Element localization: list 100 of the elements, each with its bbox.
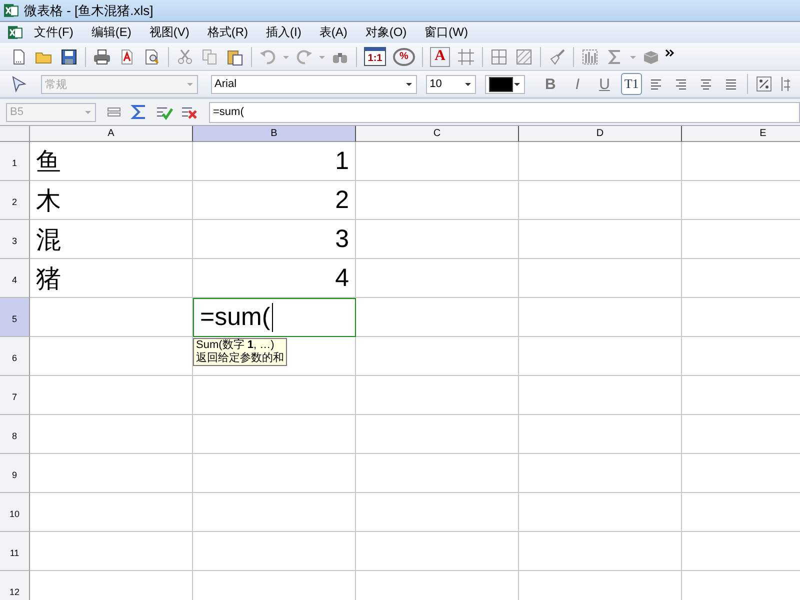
hatched-square-icon[interactable] (515, 48, 533, 66)
font-name-value: Arial (214, 78, 237, 90)
empty-cell[interactable] (356, 415, 519, 454)
function-signature: Sum(数字 1, …) (196, 339, 276, 352)
table-cell: 猪 (30, 259, 193, 298)
empty-cell[interactable] (193, 454, 356, 493)
empty-cell[interactable] (356, 337, 519, 376)
sigma-icon[interactable] (130, 103, 148, 121)
empty-cell[interactable] (519, 454, 682, 493)
format-toggle-button[interactable]: I (566, 73, 588, 95)
empty-cell[interactable] (356, 532, 519, 571)
font-size-value: 10 (430, 78, 442, 90)
row-header[interactable]: 5 (0, 298, 30, 337)
font-dropdown[interactable]: Arial (210, 74, 417, 94)
color-swatch (488, 76, 512, 92)
empty-cell[interactable] (356, 454, 519, 493)
format-toggle-button[interactable]: U (594, 73, 616, 95)
table-cell: 2 (193, 181, 356, 220)
redo-icon[interactable] (295, 48, 313, 66)
more-icon[interactable] (665, 49, 675, 57)
active-cell[interactable]: =sum( (193, 298, 356, 337)
table-cell: 鱼 (30, 142, 193, 181)
row-header[interactable]: 8 (0, 415, 30, 454)
empty-cell[interactable] (519, 532, 682, 571)
column-header[interactable]: D (519, 126, 682, 142)
empty-cell[interactable] (519, 259, 682, 298)
copy-icon[interactable] (201, 48, 219, 66)
row-header[interactable]: 2 (0, 181, 30, 220)
row-header[interactable]: 4 (0, 259, 30, 298)
zoom-button[interactable]: % (393, 48, 415, 66)
row-header[interactable]: 11 (0, 532, 30, 571)
caret-icon (464, 80, 472, 88)
empty-cell[interactable] (356, 298, 519, 337)
empty-cell[interactable] (193, 337, 356, 376)
menu-item[interactable]: 视图(V) (140, 24, 198, 41)
empty-cell[interactable] (193, 493, 356, 532)
empty-cell[interactable] (356, 493, 519, 532)
column-header[interactable]: A (30, 126, 193, 142)
empty-cell[interactable] (519, 415, 682, 454)
row-header[interactable]: 3 (0, 220, 30, 259)
spreadsheet-app-icon (4, 3, 19, 18)
empty-cell[interactable] (519, 376, 682, 415)
font-color-button[interactable]: A (430, 46, 450, 66)
empty-cell[interactable] (519, 337, 682, 376)
row-header[interactable]: 10 (0, 493, 30, 532)
table-cell: 3 (193, 220, 356, 259)
text-color-picker[interactable] (484, 74, 525, 94)
zoom-100-button[interactable]: 1:1 (364, 47, 386, 66)
row-header[interactable]: 1 (0, 142, 30, 181)
menu-item[interactable]: 文件(F) (25, 24, 82, 41)
border-icon[interactable] (457, 48, 475, 66)
print-preview-icon[interactable] (143, 48, 161, 66)
row-header[interactable]: 9 (0, 454, 30, 493)
spreadsheet-document-icon[interactable] (8, 25, 23, 40)
menu-item[interactable]: 格式(R) (198, 24, 257, 41)
undo-icon[interactable] (259, 48, 277, 66)
column-header[interactable]: C (356, 126, 519, 142)
bar-chart-icon[interactable] (581, 48, 599, 66)
scissors-icon[interactable] (176, 48, 194, 66)
caret-icon (512, 80, 521, 88)
caret-icon (84, 108, 92, 116)
pointer-icon[interactable] (10, 75, 28, 93)
save-icon[interactable] (60, 48, 78, 66)
format-toggle-button[interactable]: T1 (621, 73, 642, 95)
empty-cell[interactable] (356, 142, 519, 181)
format-toggle-button[interactable]: B (540, 73, 561, 95)
empty-cell[interactable] (356, 181, 519, 220)
select-all-corner[interactable] (0, 126, 30, 142)
empty-cell[interactable] (519, 142, 682, 181)
empty-cell[interactable] (193, 376, 356, 415)
menu-item[interactable]: 对象(O) (356, 24, 416, 41)
empty-cell[interactable] (519, 181, 682, 220)
empty-cell[interactable] (356, 259, 519, 298)
formula-input-field[interactable]: =sum( (209, 102, 800, 122)
table-cell: 1 (193, 142, 356, 181)
empty-cell[interactable] (519, 220, 682, 259)
paste-icon[interactable] (226, 48, 244, 66)
table-cell: 木 (30, 181, 193, 220)
column-header[interactable]: E (682, 126, 800, 142)
empty-cell[interactable] (193, 532, 356, 571)
menu-item[interactable]: 插入(I) (257, 24, 310, 41)
row-header[interactable]: 7 (0, 376, 30, 415)
column-header[interactable]: B (193, 126, 356, 142)
empty-cell[interactable] (193, 415, 356, 454)
font-size-dropdown[interactable]: 10 (426, 74, 476, 94)
menu-item[interactable]: 窗口(W) (416, 24, 477, 41)
empty-cell[interactable] (356, 220, 519, 259)
row-header[interactable]: 6 (0, 337, 30, 376)
menu-item[interactable]: 表(A) (310, 24, 356, 41)
empty-cell[interactable] (519, 493, 682, 532)
row-header[interactable]: 12 (0, 571, 30, 600)
empty-cell[interactable] (356, 376, 519, 415)
window-title: 微表格 - [鱼木混猪.xls] (24, 2, 154, 20)
brush-icon[interactable] (548, 48, 566, 66)
percent-format-icon[interactable] (755, 75, 774, 93)
printer-icon[interactable] (93, 48, 111, 66)
grid-icon[interactable] (490, 48, 508, 66)
function-description: 返回给定参数的和 (196, 352, 284, 365)
menu-item[interactable]: 编辑(E) (82, 24, 140, 41)
empty-cell[interactable] (519, 298, 682, 337)
